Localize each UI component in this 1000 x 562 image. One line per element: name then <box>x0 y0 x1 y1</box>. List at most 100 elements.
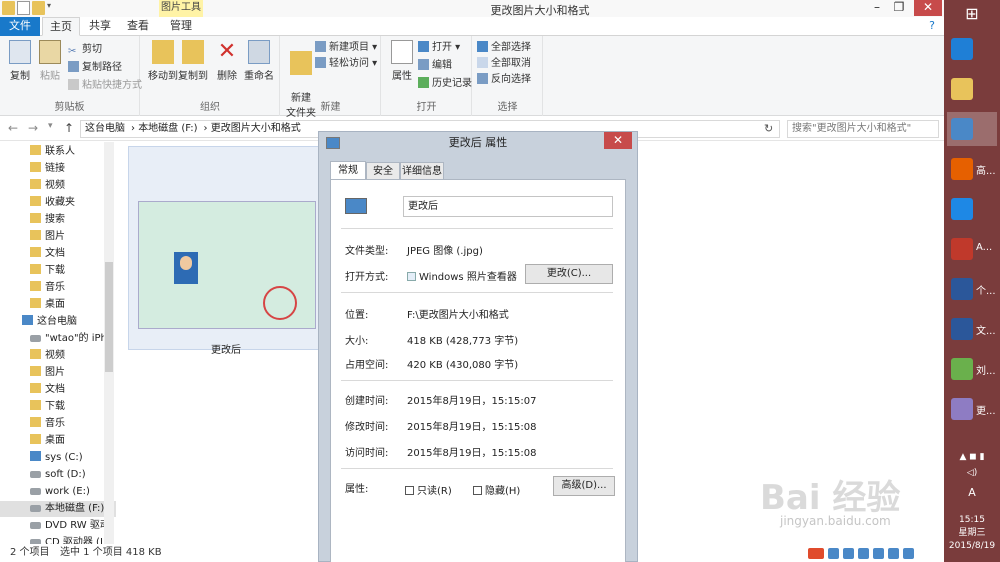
search-input[interactable]: 搜索"更改图片大小和格式" <box>787 120 939 138</box>
tab-details[interactable]: 详细信息 <box>400 162 444 180</box>
copy-to-button[interactable]: 复制到 <box>175 40 211 82</box>
select-all-button[interactable]: 全部选择 <box>477 40 531 55</box>
paste-shortcut-button[interactable]: 粘贴快捷方式 <box>68 78 142 93</box>
taskbar-item[interactable]: 高... <box>947 152 997 186</box>
voice-icon[interactable] <box>858 547 869 559</box>
readonly-checkbox[interactable]: 只读(R) <box>405 482 452 497</box>
punctuation-icon[interactable] <box>843 547 854 559</box>
nav-item[interactable]: 链接 <box>0 161 116 177</box>
ime-toolbar <box>808 544 944 562</box>
back-button[interactable]: ← <box>8 121 18 135</box>
tab-manage[interactable]: 管理 <box>160 17 202 36</box>
history-button[interactable]: 历史记录 <box>418 76 472 91</box>
file-name-field[interactable]: 更改后 <box>403 196 613 217</box>
nav-item[interactable]: 文档 <box>0 382 116 398</box>
paste-button[interactable]: 粘贴 <box>32 40 68 82</box>
nav-item[interactable]: CD 驱动器 (I:) <box>0 535 116 544</box>
hidden-checkbox[interactable]: 隐藏(H) <box>473 482 520 497</box>
recent-locations-icon[interactable]: ▾ <box>48 121 53 131</box>
settings-icon[interactable] <box>903 547 914 559</box>
taskbar-item[interactable] <box>947 112 997 146</box>
nav-item[interactable]: 桌面 <box>0 433 116 449</box>
nav-item[interactable]: sys (C:) <box>0 450 116 466</box>
rename-button[interactable]: 重命名 <box>241 40 277 82</box>
advanced-button[interactable]: 高级(D)... <box>553 476 615 496</box>
nav-item[interactable]: soft (D:) <box>0 467 116 483</box>
nav-item[interactable]: 音乐 <box>0 280 116 296</box>
nav-item[interactable]: 联系人 <box>0 144 116 160</box>
tab-view[interactable]: 查看 <box>120 17 156 36</box>
copy-path-button[interactable]: 复制路径 <box>68 60 122 75</box>
nav-item[interactable]: 图片 <box>0 365 116 381</box>
nav-item[interactable]: 下载 <box>0 399 116 415</box>
change-button[interactable]: 更改(C)... <box>525 264 613 284</box>
nav-item[interactable]: 视频 <box>0 348 116 364</box>
breadcrumb-drive-f[interactable]: 本地磁盘 (F:) <box>138 123 197 134</box>
chevron-down-icon[interactable]: ▾ <box>47 1 55 15</box>
breadcrumb-this-pc[interactable]: 这台电脑 <box>85 123 125 134</box>
nav-item[interactable]: DVD RW 驱动 <box>0 518 116 534</box>
skin-icon[interactable] <box>873 547 884 559</box>
tab-home[interactable]: 主页 <box>42 17 80 36</box>
nav-item[interactable]: "wtao"的 iPho <box>0 331 116 347</box>
sogou-icon[interactable] <box>808 547 824 559</box>
select-none-button[interactable]: 全部取消 <box>477 56 531 71</box>
delete-button[interactable]: ✕ 删除 <box>209 40 245 83</box>
volume-icon[interactable]: ◁) <box>944 468 1000 478</box>
forward-button[interactable]: → <box>28 121 38 135</box>
nav-item[interactable]: 下载 <box>0 263 116 279</box>
taskbar-item[interactable] <box>947 192 997 226</box>
tab-security[interactable]: 安全 <box>366 162 400 180</box>
file-item[interactable]: 更改后 <box>128 146 322 356</box>
nav-item[interactable]: 这台电脑 <box>0 314 116 330</box>
toolbox-icon[interactable] <box>888 547 899 559</box>
tab-file[interactable]: 文件 <box>0 17 40 36</box>
up-button[interactable]: ↑ <box>64 121 74 135</box>
properties-icon[interactable] <box>17 1 30 15</box>
nav-item[interactable]: work (E:) <box>0 484 116 500</box>
nav-item[interactable]: 收藏夹 <box>0 195 116 211</box>
nav-item[interactable]: 音乐 <box>0 416 116 432</box>
taskbar-item[interactable]: 刘... <box>947 352 997 386</box>
new-item-button[interactable]: 新建项目 ▾ <box>315 40 377 55</box>
scrollbar-thumb[interactable] <box>105 262 113 372</box>
cut-button[interactable]: ✂ 剪切 <box>68 42 102 57</box>
nav-item[interactable]: 图片 <box>0 229 116 245</box>
new-folder-icon[interactable] <box>32 1 45 15</box>
nav-item[interactable]: 视频 <box>0 178 116 194</box>
nav-item[interactable]: 文档 <box>0 246 116 262</box>
clock[interactable]: 15:15 星期三 2015/8/19 <box>944 514 1000 553</box>
refresh-icon[interactable]: ↻ <box>764 122 773 135</box>
properties-button[interactable]: 属性 <box>384 40 420 82</box>
keyboard-icon[interactable] <box>828 547 839 559</box>
tab-share[interactable]: 共享 <box>82 17 118 36</box>
taskbar-item[interactable]: 个... <box>947 272 997 306</box>
edit-button[interactable]: 编辑 <box>418 58 452 73</box>
tab-general[interactable]: 常规 <box>330 161 366 180</box>
nav-item[interactable]: 桌面 <box>0 297 116 313</box>
easy-access-button[interactable]: 轻松访问 ▾ <box>315 56 377 71</box>
photo-viewer-icon <box>951 118 973 140</box>
nav-item[interactable]: 本地磁盘 (F:) <box>0 501 116 517</box>
taskbar-item-label: A... <box>976 242 993 253</box>
taskbar-item[interactable]: 更... <box>947 392 997 426</box>
help-icon[interactable]: ? <box>924 17 940 36</box>
baidu-watermark: Bai 经验 <box>760 478 901 518</box>
nav-item[interactable]: 搜索 <box>0 212 116 228</box>
notification-icons[interactable]: ▲ ◼ ▮ <box>944 452 1000 462</box>
open-button[interactable]: 打开 ▾ <box>418 40 460 55</box>
taskbar-item[interactable]: 文... <box>947 312 997 346</box>
nav-scrollbar[interactable] <box>104 142 114 544</box>
close-button[interactable]: ✕ <box>914 0 942 16</box>
ime-indicator[interactable]: A <box>944 486 1000 499</box>
dialog-close-button[interactable]: ✕ <box>604 132 632 149</box>
minimize-button[interactable]: – <box>866 0 888 16</box>
taskbar-item[interactable]: A... <box>947 232 997 266</box>
taskbar-item[interactable] <box>947 32 997 66</box>
start-button[interactable]: ⊞ <box>944 0 1000 30</box>
invert-selection-button[interactable]: 反向选择 <box>477 72 531 87</box>
taskbar-item[interactable] <box>947 72 997 106</box>
breadcrumb-folder[interactable]: 更改图片大小和格式 <box>211 123 301 134</box>
folder-icon <box>30 179 41 189</box>
maximize-button[interactable]: ❐ <box>888 0 910 16</box>
